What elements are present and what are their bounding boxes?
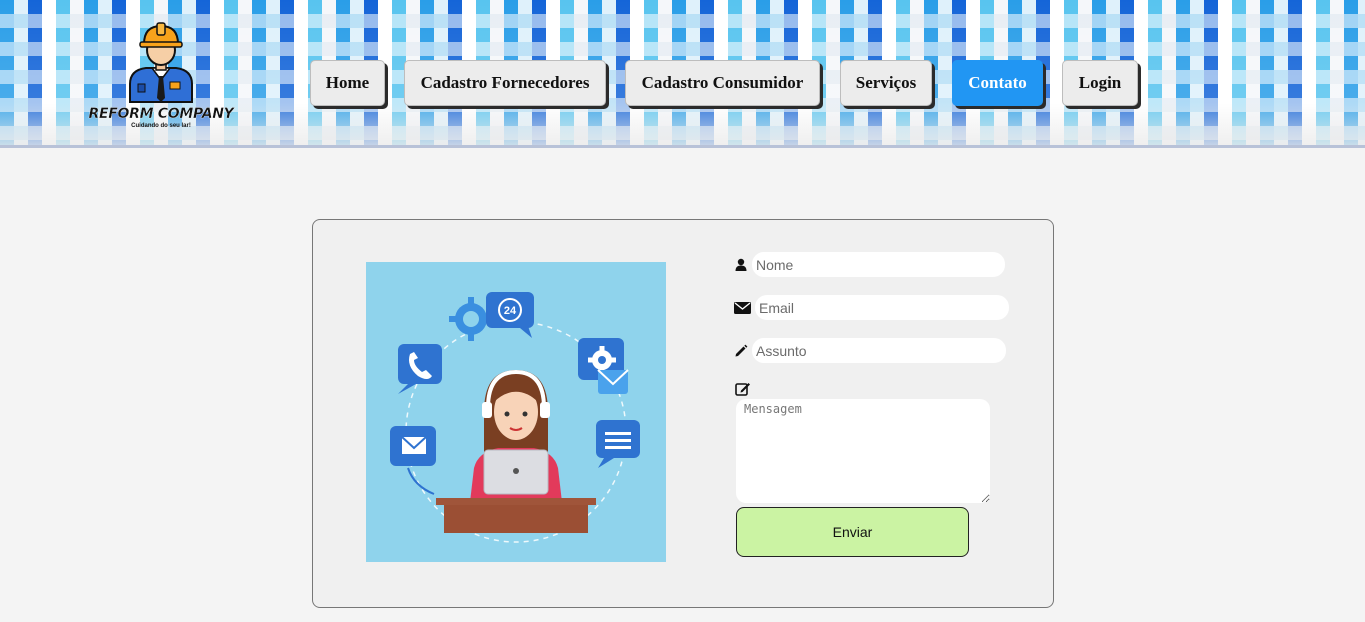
- svg-text:24: 24: [504, 305, 517, 317]
- subject-input[interactable]: [752, 338, 1006, 363]
- agent-figure: [470, 369, 562, 502]
- email-input[interactable]: [755, 295, 1009, 320]
- nav-servicos-button[interactable]: Serviços: [840, 60, 932, 106]
- nav-home-button[interactable]: Home: [310, 60, 385, 106]
- user-icon: [735, 258, 747, 271]
- name-row: [734, 252, 1005, 277]
- subject-row: [734, 338, 1006, 363]
- edit-message-icon: [735, 383, 750, 396]
- mail-icon: [390, 426, 436, 495]
- header-divider: [0, 145, 1365, 148]
- chat-icon: [596, 420, 640, 468]
- support-illustration: 24: [366, 262, 666, 562]
- message-textarea[interactable]: [736, 399, 990, 503]
- nav-login-button[interactable]: Login: [1062, 60, 1138, 106]
- worker-icon: [129, 22, 193, 103]
- envelope-icon: [734, 301, 751, 314]
- name-input[interactable]: [752, 252, 1005, 277]
- nav-cadastro-consumidor-button[interactable]: Cadastro Consumidor: [625, 60, 820, 106]
- phone-icon: [398, 344, 442, 394]
- nav-cadastro-fornecedores-button[interactable]: Cadastro Fornecedores: [404, 60, 606, 106]
- nav-contato-button[interactable]: Contato: [952, 60, 1043, 106]
- logo-title: REFORM COMPANY: [88, 106, 234, 122]
- company-logo[interactable]: REFORM COMPANY Cuidando do seu lar!: [86, 18, 236, 136]
- pencil-icon: [735, 344, 748, 356]
- support-24h-icon: 24: [486, 292, 534, 338]
- logo-subtitle: Cuidando do seu lar!: [131, 123, 191, 129]
- submit-button[interactable]: Enviar: [736, 507, 969, 557]
- settings-icon: [578, 338, 629, 394]
- email-row: [734, 295, 1009, 320]
